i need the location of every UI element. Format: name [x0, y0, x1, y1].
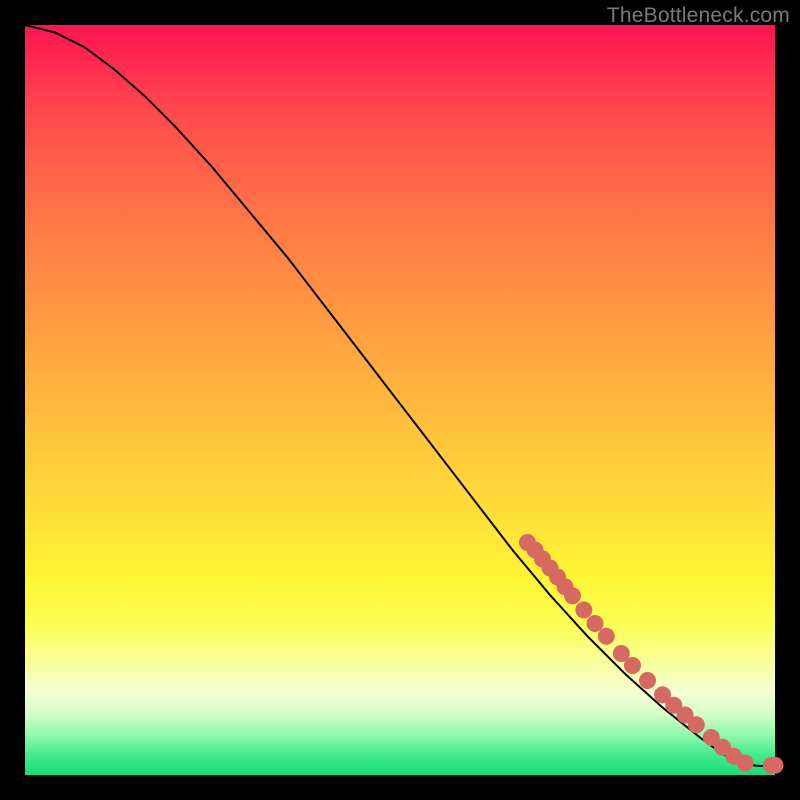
- chart-stage: TheBottleneck.com: [0, 0, 800, 800]
- data-point: [767, 757, 784, 774]
- bottleneck-curve: [25, 25, 775, 766]
- data-point: [624, 657, 641, 674]
- plot-area: [25, 25, 775, 775]
- data-point: [587, 615, 604, 632]
- data-point: [688, 716, 705, 733]
- chart-svg: [25, 25, 775, 775]
- data-point: [564, 587, 581, 604]
- data-points-group: [519, 534, 784, 774]
- data-point: [639, 672, 656, 689]
- data-point: [737, 755, 754, 772]
- data-point: [575, 602, 592, 619]
- data-point: [598, 628, 615, 645]
